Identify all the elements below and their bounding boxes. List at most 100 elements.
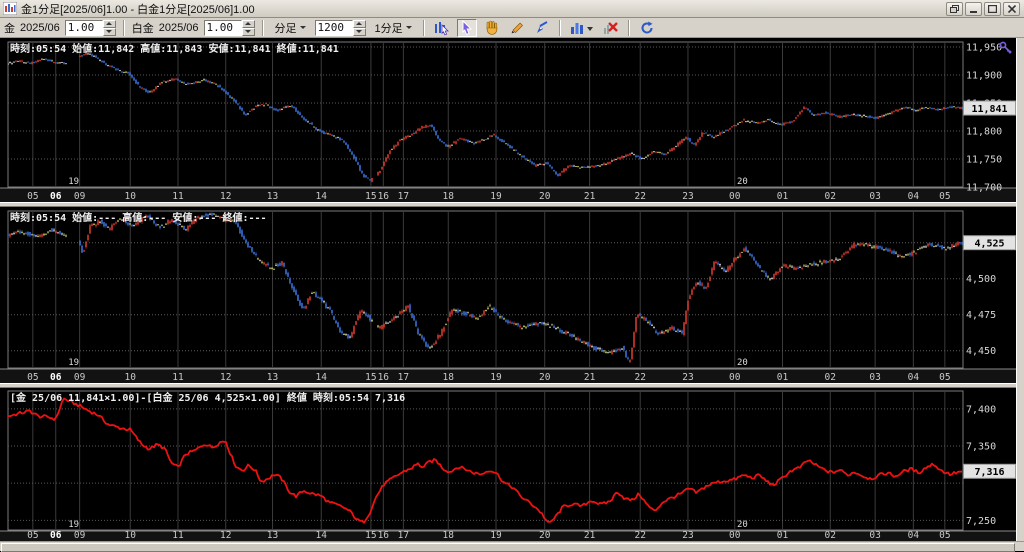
select-arrow-button[interactable] [456, 18, 477, 37]
candle [531, 161, 533, 164]
candle [323, 301, 325, 303]
candle [683, 322, 685, 336]
candle [629, 360, 631, 363]
x-tick-label: 10 [125, 191, 137, 202]
candle [439, 138, 441, 141]
candle [679, 330, 681, 332]
bar-count-spinner[interactable]: 1200 [314, 19, 366, 36]
horizontal-scrollbar[interactable] [0, 541, 1024, 552]
candle [855, 245, 857, 247]
candle [597, 347, 599, 349]
close-button[interactable] [1003, 1, 1020, 16]
x-tick-label: 18 [443, 191, 455, 202]
candle [517, 322, 519, 326]
candle [413, 315, 415, 321]
refresh-button[interactable] [637, 19, 657, 37]
x-tick-label: 17 [398, 530, 409, 541]
candle [835, 258, 837, 260]
candle [421, 125, 423, 129]
candle [359, 311, 361, 319]
candle [913, 251, 915, 253]
candle [295, 290, 297, 295]
candle [479, 140, 481, 143]
hand-button[interactable] [482, 19, 502, 37]
spin-down-icon[interactable] [102, 27, 116, 36]
candle [63, 62, 65, 65]
candle [251, 247, 253, 252]
spin-up-icon[interactable] [102, 19, 116, 28]
candle [471, 141, 473, 143]
candle [629, 153, 631, 156]
candle [837, 115, 839, 118]
candle [81, 55, 83, 57]
candle [463, 139, 465, 141]
candle [395, 145, 397, 147]
candle [871, 116, 873, 118]
candle [63, 234, 65, 236]
period-type-dropdown[interactable]: 分足 [271, 18, 310, 38]
candle [873, 246, 875, 248]
candle [159, 226, 161, 228]
candle [279, 109, 281, 111]
candle [297, 110, 299, 114]
candle [425, 341, 427, 347]
candle [757, 263, 759, 267]
candle [533, 323, 535, 325]
candle [543, 322, 545, 324]
delete-study-button[interactable] [601, 19, 621, 37]
platinum-multiplier-value[interactable]: 1.00 [203, 19, 242, 36]
candle [805, 107, 807, 109]
pointer-chart-button[interactable] [432, 19, 452, 37]
candle [581, 166, 583, 168]
candle [8, 234, 9, 236]
candle [469, 314, 471, 317]
x-tick-label: 03 [869, 191, 880, 202]
window-title: 金1分足[2025/06]1.00 - 白金1分足[2025/06]1.00 [21, 3, 255, 16]
candle [463, 311, 465, 315]
platinum-multiplier-spinner[interactable]: 1.00 [203, 19, 255, 36]
candle [21, 232, 23, 234]
gold-multiplier-value[interactable]: 1.00 [64, 19, 103, 36]
candle [679, 141, 681, 145]
bar-count-value[interactable]: 1200 [314, 19, 353, 36]
candle [285, 106, 287, 108]
x-tick-label: 20 [539, 372, 551, 383]
candle [275, 108, 277, 111]
candle [15, 231, 17, 234]
candle [915, 110, 917, 112]
candle [585, 342, 587, 344]
interval-dropdown[interactable]: 1分足 [371, 18, 416, 38]
candle [431, 124, 433, 128]
minimize-button[interactable] [965, 1, 982, 16]
pencil-button[interactable] [507, 19, 527, 37]
spin-down-icon[interactable] [352, 27, 366, 36]
candle [633, 154, 635, 156]
chart-area: 05 06 09 10 11 12 13 14 15 16 17 18 19 20 21 22 23 00 01 02… [0, 38, 1024, 541]
candle [949, 247, 951, 249]
gold-multiplier-spinner[interactable]: 1.00 [64, 19, 116, 36]
spin-down-icon[interactable] [241, 27, 255, 36]
candle [749, 122, 751, 124]
candle [423, 337, 425, 342]
chart-canvas[interactable]: 05 06 09 10 11 12 13 14 15 16 17 18 19 20 21 22 23 00 01 02… [0, 38, 1024, 541]
candle [39, 234, 41, 237]
x-tick-label: 23 [682, 530, 693, 541]
candle [669, 149, 671, 152]
candle [605, 164, 607, 166]
x-tick-label: 11 [172, 530, 184, 541]
candle [189, 83, 191, 85]
candle [91, 224, 93, 227]
restore-button[interactable] [946, 1, 963, 16]
candle [453, 309, 455, 311]
candle [469, 141, 471, 143]
pen-button[interactable] [532, 19, 552, 37]
candle [343, 140, 345, 143]
bar-style-button[interactable] [568, 19, 596, 37]
candle [943, 247, 945, 249]
spin-up-icon[interactable] [241, 19, 255, 28]
maximize-button[interactable] [984, 1, 1001, 16]
spin-up-icon[interactable] [352, 19, 366, 28]
candle [659, 151, 661, 153]
right-splitter[interactable] [1016, 38, 1024, 541]
chevron-down-icon [405, 26, 412, 29]
